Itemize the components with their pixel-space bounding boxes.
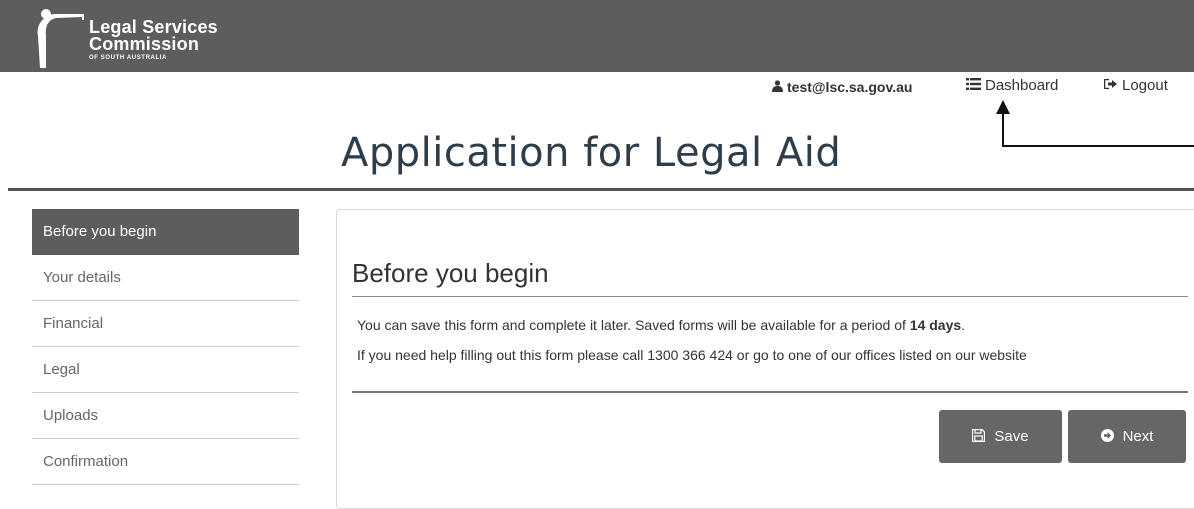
logout-label: Logout [1122, 77, 1168, 94]
floppy-disk-icon [972, 428, 986, 445]
dashboard-label: Dashboard [985, 77, 1059, 94]
sidebar-item-financial[interactable]: Financial [32, 301, 299, 347]
logo-text-line2: Commission [89, 34, 200, 54]
save-info-prefix: You can save this form and complete it l… [357, 317, 910, 333]
lsc-logo[interactable]: Legal Services Commission OF SOUTH AUSTR… [32, 6, 242, 68]
logo-text-line3: OF SOUTH AUSTRALIA [89, 55, 167, 61]
user-icon [772, 79, 783, 95]
help-info-text: If you need help filling out this form p… [357, 347, 1027, 363]
logo-figure-icon [37, 9, 84, 68]
section-divider [352, 296, 1188, 297]
sidebar-item-before-you-begin[interactable]: Before you begin [32, 209, 299, 255]
annotation-arrow-line [1002, 112, 1004, 147]
sidebar-item-uploads[interactable]: Uploads [32, 393, 299, 439]
header-bar: Legal Services Commission OF SOUTH AUSTR… [0, 0, 1194, 72]
user-email: test@lsc.sa.gov.au [772, 79, 912, 95]
sidebar-item-confirmation[interactable]: Confirmation [32, 439, 299, 485]
sidebar-nav: Before you begin Your details Financial … [32, 209, 299, 485]
page-title: Application for Legal Aid [341, 130, 842, 176]
save-period-value: 14 days [909, 317, 962, 333]
next-button[interactable]: Next [1068, 410, 1186, 463]
user-email-text: test@lsc.sa.gov.au [787, 79, 913, 95]
save-button[interactable]: Save [939, 410, 1062, 463]
sidebar-item-your-details[interactable]: Your details [32, 255, 299, 301]
save-button-label: Save [994, 428, 1029, 445]
dashboard-link[interactable]: Dashboard [966, 77, 1058, 94]
save-info-text: You can save this form and complete it l… [357, 317, 965, 333]
save-info-suffix: . [961, 317, 966, 333]
list-icon [966, 77, 981, 94]
sidebar-item-legal[interactable]: Legal [32, 347, 299, 393]
next-button-label: Next [1122, 428, 1154, 445]
arrow-circle-right-icon [1100, 428, 1114, 445]
title-divider [8, 188, 1194, 191]
section-heading: Before you begin [352, 258, 549, 288]
annotation-arrow-line-horizontal [1002, 145, 1194, 147]
logout-link[interactable]: Logout [1103, 77, 1168, 94]
sign-out-icon [1103, 77, 1118, 94]
actions-divider [352, 391, 1188, 393]
